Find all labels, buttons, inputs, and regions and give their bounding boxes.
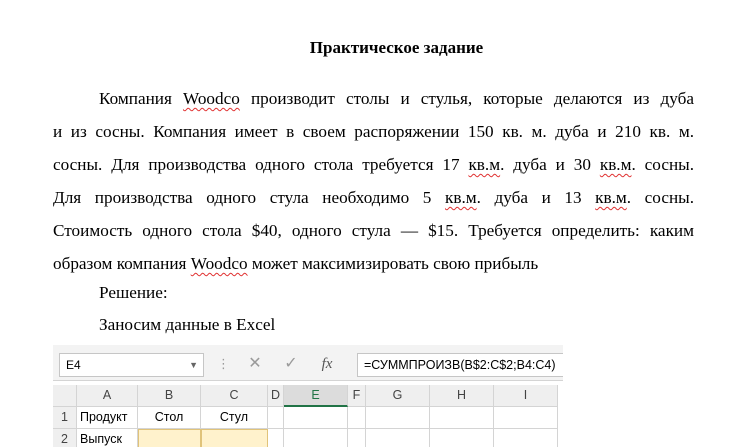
cell-g1[interactable] [366,407,430,429]
misspelled-word: кв.м [468,155,501,174]
text-run: образом компания [53,254,191,273]
text-run: сосны. Для производства одного стола тре… [53,155,469,174]
cell-b1[interactable]: Стол [138,407,201,429]
text-run: и из сосны. Компания имеет в своем распо… [53,122,694,141]
formula-bar: E4 ▼ ⋮ ✕ ✓ fx =СУММПРОИЗВ(B$2:C$2;B4:C4) [53,345,563,381]
text-run: . дуба и 13 [476,188,596,207]
column-header-f[interactable]: F [348,385,366,407]
text-run: Для производства одного стула необходимо… [53,188,445,207]
problem-paragraph: Компания Woodco производит столы и стуль… [53,86,694,284]
row-header-1[interactable]: 1 [53,407,77,429]
cell-e2[interactable] [284,429,348,447]
excel-intro-text: Заносим данные в Excel [99,315,276,334]
table-row: 2 Выпуск [53,429,563,447]
column-header-a[interactable]: A [77,385,138,407]
cell-h2[interactable] [430,429,494,447]
column-header-row: A B C D E F G H I [53,385,563,407]
paragraph-line-3: сосны. Для производства одного стола тре… [53,152,694,185]
name-box[interactable]: E4 ▼ [59,353,204,377]
cell-h1[interactable] [430,407,494,429]
text-run: Компания [99,89,183,108]
text-run: . сосны. [626,188,695,207]
column-header-i[interactable]: I [494,385,558,407]
chevron-down-icon[interactable]: ▼ [189,354,198,376]
cell-c2[interactable] [201,429,268,447]
misspelled-word: Woodco [182,89,240,108]
paragraph-line-5: Стоимость одного стола $40, одного стула… [53,218,694,251]
cell-i1[interactable] [494,407,558,429]
column-header-e[interactable]: E [284,385,348,407]
insert-function-icon[interactable]: fx [316,354,338,374]
cell-a2[interactable]: Выпуск [77,429,138,447]
misspelled-word: кв.м [444,188,477,207]
cell-b2[interactable] [138,429,201,447]
solution-label: Решение: [99,283,168,302]
cell-d2[interactable] [268,429,284,447]
column-header-d[interactable]: D [268,385,284,407]
document-title: Практическое задание [309,38,484,57]
paragraph-line-4: Для производства одного стула необходимо… [53,185,694,218]
cell-f1[interactable] [348,407,366,429]
column-header-g[interactable]: G [366,385,430,407]
column-header-b[interactable]: B [138,385,201,407]
table-row: 1 Продукт Стол Стул [53,407,563,429]
cell-c1[interactable]: Стул [201,407,268,429]
formula-input[interactable]: =СУММПРОИЗВ(B$2:C$2;B4:C4) [357,353,563,377]
cell-i2[interactable] [494,429,558,447]
name-box-value: E4 [66,358,81,372]
row-header-2[interactable]: 2 [53,429,77,447]
cell-f2[interactable] [348,429,366,447]
cell-g2[interactable] [366,429,430,447]
cell-d1[interactable] [268,407,284,429]
cancel-icon[interactable]: ✕ [244,354,266,374]
select-all-corner[interactable] [53,385,77,407]
misspelled-word: кв.м [599,155,632,174]
misspelled-word: Woodco [190,254,248,273]
separator-dots-icon: ⋮ [217,356,231,371]
spreadsheet-grid: A B C D E F G H I 1 Продукт Стол Стул 2 … [53,385,563,447]
paragraph-line-1: Компания Woodco производит столы и стуль… [53,86,694,119]
paragraph-line-2: и из сосны. Компания имеет в своем распо… [53,119,694,152]
text-run: производит столы и стулья, которые делаю… [239,89,694,108]
misspelled-word: кв.м [595,188,627,207]
cell-a1[interactable]: Продукт [77,407,138,429]
check-icon[interactable]: ✓ [280,354,302,374]
text-run: может максимизировать свою прибыль [247,254,539,273]
cell-e1[interactable] [284,407,348,429]
column-header-h[interactable]: H [430,385,494,407]
text-run: Стоимость одного стола $40, одного стула… [53,221,694,240]
column-header-c[interactable]: C [201,385,268,407]
text-run: . дуба и 30 [500,155,600,174]
excel-screenshot: E4 ▼ ⋮ ✕ ✓ fx =СУММПРОИЗВ(B$2:C$2;B4:C4)… [53,345,563,447]
text-run: . сосны. [631,155,694,174]
